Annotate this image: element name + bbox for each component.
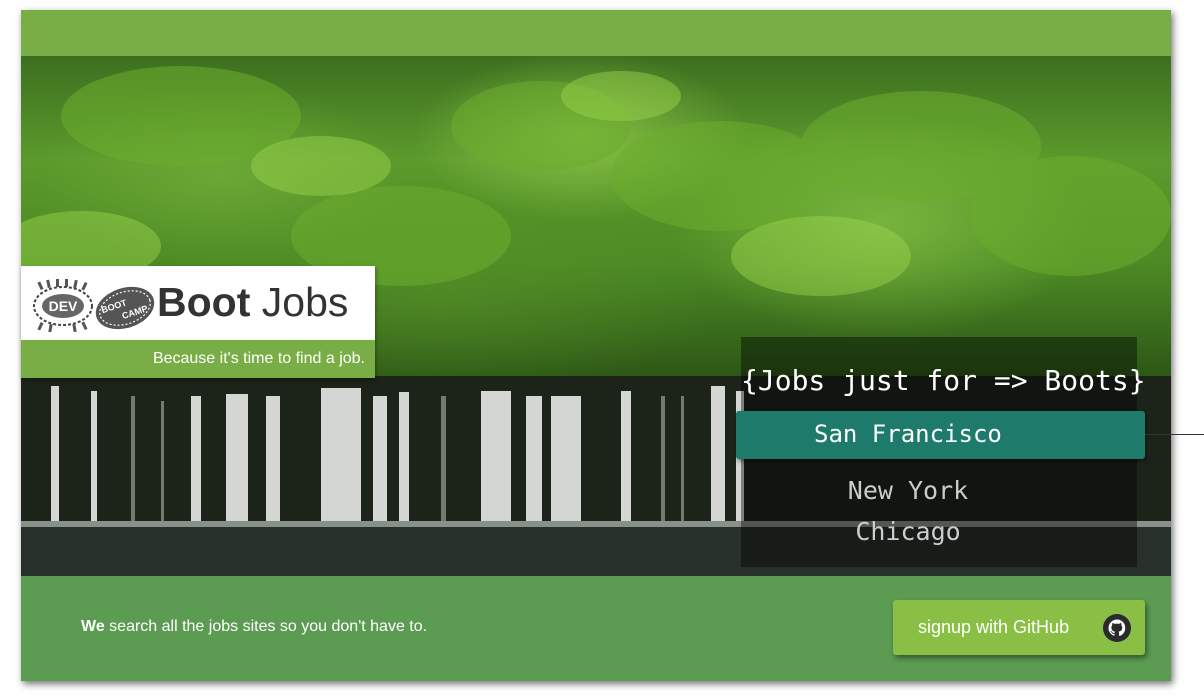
tagline-rest: search all the jobs sites so you don't h…: [104, 618, 428, 635]
signup-github-button[interactable]: signup with GitHub: [893, 600, 1145, 655]
city-option-san-francisco[interactable]: San Francisco: [736, 411, 1145, 459]
code-title: {Jobs just for => Boots}: [741, 364, 1146, 397]
svg-text:DEV: DEV: [49, 298, 78, 314]
footer-bar: We search all the jobs sites so you don'…: [21, 576, 1171, 681]
footer-tagline: We search all the jobs sites so you don'…: [81, 618, 427, 636]
devbootcamp-logo-icon: DEV BOOT CAMP: [33, 279, 155, 333]
signup-github-label: signup with GitHub: [918, 617, 1070, 637]
callout-line: [1145, 434, 1204, 435]
brand-name: Boot Jobs: [157, 279, 348, 326]
city-option-chicago[interactable]: Chicago: [741, 517, 1075, 546]
github-icon: [1103, 614, 1131, 642]
brand-logo[interactable]: DEV BOOT CAMP Boot Jobs: [21, 266, 375, 340]
tagline-bold: We: [81, 618, 105, 635]
brand-name-light: Jobs: [261, 279, 349, 325]
brand-name-bold: Boot: [157, 279, 251, 325]
city-option-new-york[interactable]: New York: [741, 476, 1075, 505]
top-bar: [21, 10, 1171, 56]
brand-slogan-bar: Because it's time to find a job.: [21, 340, 375, 378]
brand-slogan: Because it's time to find a job.: [152, 350, 365, 367]
